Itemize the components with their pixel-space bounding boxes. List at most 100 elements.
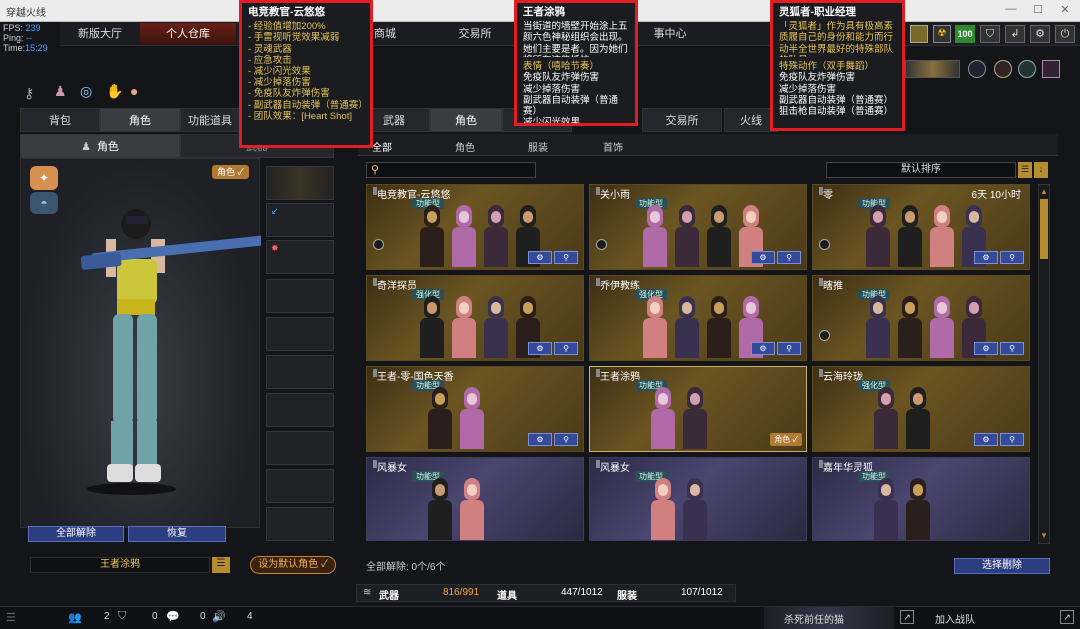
unequip-all-button[interactable]: 全部解除 bbox=[28, 526, 124, 542]
character-portrait bbox=[451, 205, 477, 267]
badge-icon-1[interactable] bbox=[968, 60, 986, 78]
inspect-icon[interactable]: ⚲ bbox=[554, 433, 578, 446]
hand-icon[interactable]: ✋ bbox=[106, 83, 123, 100]
equip-icon[interactable]: ⚙ bbox=[974, 342, 998, 355]
tab-roles[interactable]: 角色 bbox=[430, 108, 502, 132]
character-preview[interactable] bbox=[20, 158, 266, 528]
weapons-count: 816/991 bbox=[443, 587, 480, 598]
minimize-icon[interactable]: — bbox=[1000, 3, 1022, 19]
level-badge: 100 bbox=[955, 25, 975, 43]
equip-icon[interactable]: ⚙ bbox=[528, 251, 552, 264]
return-icon[interactable]: ↲ bbox=[1005, 25, 1025, 43]
slot-item-2[interactable] bbox=[266, 469, 334, 503]
search-input[interactable]: ⚲ bbox=[366, 162, 536, 178]
rank-icon[interactable] bbox=[910, 25, 928, 43]
inspect-icon[interactable]: ⚲ bbox=[554, 342, 578, 355]
expand-icon[interactable]: ↗ bbox=[900, 610, 914, 624]
inspect-icon[interactable]: ⚲ bbox=[777, 251, 801, 264]
character-card[interactable]: 嘉年华灵狐 功能型 bbox=[812, 457, 1030, 541]
character-card[interactable]: 云海玲珑 强化型 ⚙ ⚲ bbox=[812, 366, 1030, 452]
join-clan-button[interactable]: 加入战队 bbox=[935, 611, 975, 626]
gear-icon[interactable]: ⚙ bbox=[1030, 25, 1050, 43]
slot-secondary[interactable]: ↙ bbox=[266, 203, 334, 237]
mask-icon[interactable]: ◓ bbox=[30, 192, 58, 214]
list-view-icon[interactable]: ☰ bbox=[1018, 162, 1032, 178]
character-card[interactable]: 风暴女 功能型 bbox=[366, 457, 584, 541]
character-card[interactable]: 瞎推 功能型 ⚙ ⚲ bbox=[812, 275, 1030, 361]
nav-event-center[interactable]: 事中心 bbox=[640, 23, 700, 45]
close-icon[interactable]: ✕ bbox=[1054, 3, 1076, 19]
power-icon[interactable]: ⏻ bbox=[1055, 25, 1075, 43]
character-card[interactable]: 王者-零-国色天香 功能型 ⚙ ⚲ bbox=[366, 366, 584, 452]
expand-icon-2[interactable]: ↗ bbox=[1060, 610, 1074, 624]
slot-legs[interactable] bbox=[266, 393, 334, 427]
volume-icon[interactable]: 🔊 bbox=[212, 610, 226, 623]
select-remove-button[interactable]: 选择删除 bbox=[954, 558, 1050, 574]
equip-icon[interactable]: ⚙ bbox=[751, 251, 775, 264]
inspect-icon[interactable]: ⚲ bbox=[777, 342, 801, 355]
radiation-icon[interactable]: ☢ bbox=[933, 25, 951, 43]
subtab-accessories[interactable]: 首饰 bbox=[603, 139, 623, 154]
equip-icon[interactable]: ⚙ bbox=[974, 433, 998, 446]
equip-icon[interactable]: ⚙ bbox=[528, 433, 552, 446]
inspect-icon[interactable]: ⚲ bbox=[1000, 433, 1024, 446]
tab-character[interactable]: 角色 bbox=[100, 108, 180, 132]
tab-backpack[interactable]: 背包 bbox=[20, 108, 100, 132]
subtab-all[interactable]: 全部 bbox=[372, 139, 392, 154]
scroll-up-icon[interactable]: ▲ bbox=[1040, 187, 1048, 197]
maximize-icon[interactable]: ☐ bbox=[1027, 3, 1049, 19]
nav-exchange[interactable]: 交易所 bbox=[445, 23, 505, 45]
slot-primary-weapon[interactable] bbox=[266, 166, 334, 200]
set-default-button[interactable]: 设为默认角色 ✓ bbox=[250, 556, 336, 574]
scroll-thumb[interactable] bbox=[1040, 199, 1048, 259]
scroll-down-icon[interactable]: ▼ bbox=[1040, 531, 1048, 541]
nav-new-lobby[interactable]: 新版大厅 bbox=[62, 23, 138, 45]
character-card[interactable]: 零功能型 6天 10小时 ⚙ ⚲ bbox=[812, 184, 1030, 270]
character-card[interactable]: 电竞教官-云悠悠 功能型 ⚙ ⚲ bbox=[366, 184, 584, 270]
slot-body[interactable] bbox=[266, 317, 334, 351]
equip-icon[interactable]: ⚙ bbox=[974, 251, 998, 264]
inspect-icon[interactable]: ⚲ bbox=[1000, 251, 1024, 264]
badge-icon-4[interactable] bbox=[1042, 60, 1060, 78]
character-name-field[interactable]: 王者涂鸦 bbox=[30, 557, 210, 573]
menu-icon[interactable]: ☰ bbox=[212, 557, 230, 573]
character-card[interactable]: 关小雨 功能型 ⚙ ⚲ bbox=[589, 184, 807, 270]
inspect-icon[interactable]: ⚲ bbox=[554, 251, 578, 264]
character-card[interactable]: 王者涂鸦功能型⚙⚲角色 ✓ bbox=[589, 366, 807, 452]
character-card[interactable]: 奇洋探员 强化型 ⚙ ⚲ bbox=[366, 275, 584, 361]
character-card[interactable]: 风暴女 功能型 bbox=[589, 457, 807, 541]
restore-button[interactable]: 恢复 bbox=[128, 526, 226, 542]
character-portrait bbox=[419, 205, 445, 267]
subtab-character[interactable]: ♟ 角色 bbox=[20, 134, 180, 158]
tab-exchange[interactable]: 交易所 bbox=[642, 108, 722, 132]
fox-icon[interactable]: ✦ bbox=[30, 166, 58, 190]
team-icon[interactable]: ♟ bbox=[54, 83, 67, 100]
bars-icon[interactable]: ☰ bbox=[6, 611, 16, 624]
slot-melee[interactable]: ✸ bbox=[266, 240, 334, 274]
equip-icon[interactable]: ⚙ bbox=[751, 342, 775, 355]
tab-function-items[interactable]: 功能道具 bbox=[180, 108, 240, 132]
slot-vest[interactable] bbox=[266, 355, 334, 389]
nav-personal-storage[interactable]: 个人仓库 bbox=[140, 23, 236, 45]
subtab-clothing[interactable]: 服装 bbox=[528, 139, 548, 154]
weapon-thumb[interactable] bbox=[905, 60, 960, 78]
card-name: 乔伊教练 bbox=[600, 281, 640, 292]
friend-banner[interactable]: 杀死前任的猫 bbox=[764, 607, 894, 629]
sort-dropdown[interactable]: 默认排序 bbox=[826, 162, 1016, 178]
slot-item-3[interactable] bbox=[266, 507, 334, 541]
inspect-icon[interactable]: ⚲ bbox=[1000, 342, 1024, 355]
subtab-roles[interactable]: 角色 bbox=[455, 139, 475, 154]
sort-direction-icon[interactable]: ↓ bbox=[1034, 162, 1048, 178]
badge-icon-2[interactable] bbox=[994, 60, 1012, 78]
shield-icon[interactable]: ⛉ bbox=[980, 25, 1000, 43]
character-card[interactable]: 乔伊教练 强化型 ⚙ ⚲ bbox=[589, 275, 807, 361]
equip-icon[interactable]: ⚙ bbox=[528, 342, 552, 355]
slot-head[interactable] bbox=[266, 279, 334, 313]
grenade-icon[interactable]: ● bbox=[130, 83, 138, 99]
character-portrait bbox=[674, 296, 700, 358]
scrollbar[interactable]: ▲ ▼ bbox=[1038, 184, 1050, 544]
key-icon[interactable]: ⚷ bbox=[24, 85, 34, 102]
target-icon[interactable]: ◎ bbox=[80, 83, 92, 100]
slot-item-1[interactable] bbox=[266, 431, 334, 465]
badge-icon-3[interactable] bbox=[1018, 60, 1036, 78]
